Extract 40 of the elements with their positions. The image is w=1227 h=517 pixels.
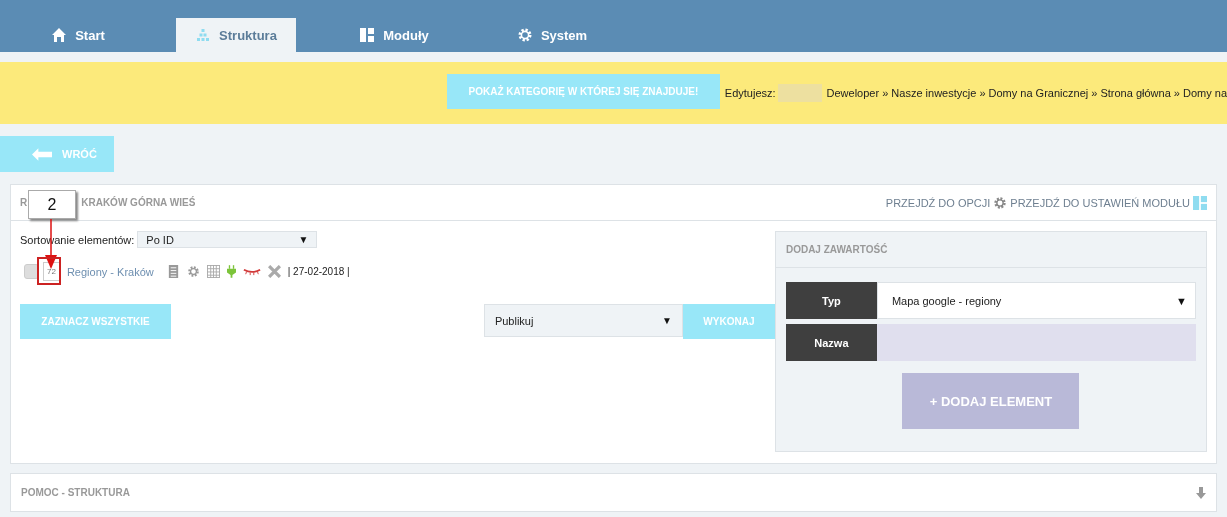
options-link[interactable]: PRZEJDŹ DO OPCJI <box>885 196 991 209</box>
calendar-icon[interactable] <box>206 265 220 278</box>
help-title: POMOC - STRUKTURA <box>21 487 130 498</box>
nav-tab[interactable]: Start <box>18 18 138 52</box>
settings-icon <box>516 27 533 43</box>
panel-title: KRAKÓW GÓRNA WIEŚ <box>81 197 196 208</box>
layout-icon <box>1193 195 1207 210</box>
document-icon[interactable] <box>166 265 180 278</box>
name-field[interactable] <box>876 324 1196 361</box>
delete-icon[interactable] <box>267 265 281 278</box>
type-select[interactable]: Mapa google - regiony ▼ <box>876 282 1196 319</box>
type-label: Typ <box>785 282 877 319</box>
item-link[interactable]: Regiony - Kraków <box>66 265 154 278</box>
panel-title: R <box>20 197 28 208</box>
settings-icon <box>993 195 1008 210</box>
nav-tab[interactable]: Moduły <box>334 18 454 52</box>
add-content-title: DODAJ ZAWARTOŚĆ <box>775 232 1206 268</box>
layout-icon <box>359 27 376 43</box>
action-select[interactable]: Publikuj ▼ <box>483 304 683 337</box>
settings-icon[interactable] <box>186 265 200 278</box>
add-element-button[interactable]: + DODAJ ELEMENT <box>902 373 1080 429</box>
name-label: Nazwa <box>785 324 877 361</box>
item-date: | 27-02-2018 | <box>287 266 350 277</box>
highlight-frame <box>37 257 61 285</box>
sort-select[interactable]: Po ID ▼ <box>137 231 318 248</box>
module-settings-link[interactable]: PRZEJDŹ DO USTAWIEŃ MODUŁU <box>1010 196 1190 209</box>
arrow-left-icon <box>32 147 52 161</box>
blurred-name <box>777 84 822 102</box>
editing-label: Edytujesz: <box>724 87 776 99</box>
caret-icon: ▼ <box>1176 294 1187 307</box>
nav-tab[interactable]: System <box>492 18 612 52</box>
blocks-icon <box>195 27 212 43</box>
home-icon <box>51 27 68 43</box>
caret-icon: ▼ <box>298 234 309 245</box>
nav-tab[interactable]: Struktura <box>176 18 296 52</box>
caret-icon: ▼ <box>662 315 672 326</box>
breadcrumb: Deweloper » Nasze inwestycje » Domy na Granicznej » Strona główna » Domy na <box>826 87 1227 99</box>
arrow-down-icon[interactable] <box>1196 486 1206 499</box>
plug-icon[interactable] <box>226 265 236 278</box>
callout-label: 2 <box>28 190 76 219</box>
